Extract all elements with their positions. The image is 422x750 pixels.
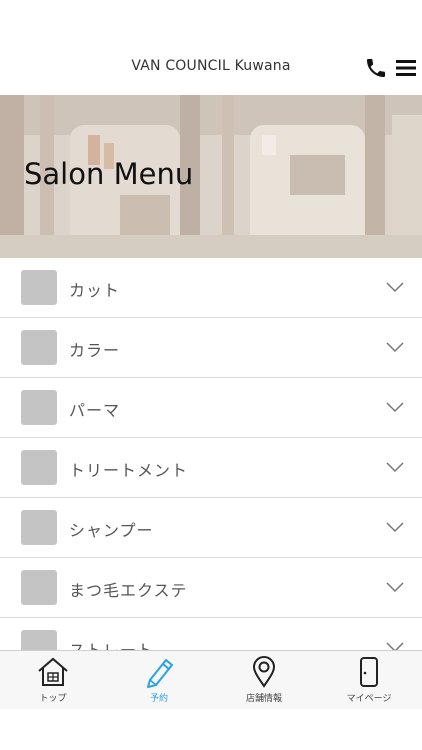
bottom-tab-bar: トップ 予約 店舗情報 マイページ bbox=[0, 650, 422, 709]
chevron-down-icon bbox=[386, 642, 404, 650]
hero-banner: Salon Menu bbox=[0, 95, 422, 258]
menu-item-label: カット bbox=[69, 281, 121, 300]
menu-item-color[interactable]: カラー bbox=[0, 318, 422, 378]
tab-label: マイページ bbox=[346, 694, 392, 704]
menu-thumbnail bbox=[21, 330, 57, 365]
menu-thumbnail bbox=[21, 570, 57, 605]
phone-device-icon bbox=[360, 657, 378, 687]
chevron-down-icon bbox=[386, 282, 404, 293]
menu-item-label: まつ毛エクステ bbox=[69, 581, 188, 600]
salon-menu-list: カット カラー パーマ トリートメント シャンプー まつ毛エクステ ストレート bbox=[0, 258, 422, 650]
menu-item-label: カラー bbox=[69, 341, 121, 360]
menu-item-cut[interactable]: カット bbox=[0, 258, 422, 318]
app-title: VAN COUNCIL Kuwana bbox=[131, 58, 291, 74]
menu-thumbnail bbox=[21, 390, 57, 425]
menu-thumbnail bbox=[21, 510, 57, 545]
page-title: Salon Menu bbox=[24, 157, 194, 191]
chevron-down-icon bbox=[386, 582, 404, 593]
tab-label: 予約 bbox=[149, 694, 168, 704]
menu-thumbnail bbox=[21, 630, 57, 650]
home-icon bbox=[38, 657, 68, 686]
hamburger-menu-icon[interactable] bbox=[394, 57, 418, 79]
menu-thumbnail bbox=[21, 270, 57, 305]
chevron-down-icon bbox=[386, 522, 404, 533]
menu-item-label: ストレート bbox=[69, 637, 154, 650]
chevron-down-icon bbox=[386, 402, 404, 413]
phone-icon[interactable] bbox=[364, 56, 388, 80]
tab-my-page[interactable]: マイページ bbox=[316, 651, 422, 709]
chevron-down-icon bbox=[386, 342, 404, 353]
menu-thumbnail bbox=[21, 450, 57, 485]
tab-reservation[interactable]: 予約 bbox=[106, 651, 212, 709]
menu-item-label: シャンプー bbox=[69, 521, 154, 540]
menu-item-treatment[interactable]: トリートメント bbox=[0, 438, 422, 498]
map-pin-icon bbox=[252, 656, 276, 688]
app-header: VAN COUNCIL Kuwana bbox=[0, 0, 422, 95]
tab-label: 店舗情報 bbox=[245, 694, 282, 704]
menu-item-shampoo[interactable]: シャンプー bbox=[0, 498, 422, 558]
pencil-icon bbox=[147, 659, 173, 688]
tab-top[interactable]: トップ bbox=[0, 651, 106, 709]
menu-item-label: トリートメント bbox=[69, 461, 189, 480]
menu-item-eyelash-extension[interactable]: まつ毛エクステ bbox=[0, 558, 422, 618]
menu-item-straight[interactable]: ストレート bbox=[0, 618, 422, 650]
tab-store-info[interactable]: 店舗情報 bbox=[211, 651, 317, 709]
chevron-down-icon bbox=[386, 462, 404, 473]
menu-item-label: パーマ bbox=[69, 401, 121, 420]
tab-label: トップ bbox=[39, 694, 67, 704]
menu-item-perm[interactable]: パーマ bbox=[0, 378, 422, 438]
